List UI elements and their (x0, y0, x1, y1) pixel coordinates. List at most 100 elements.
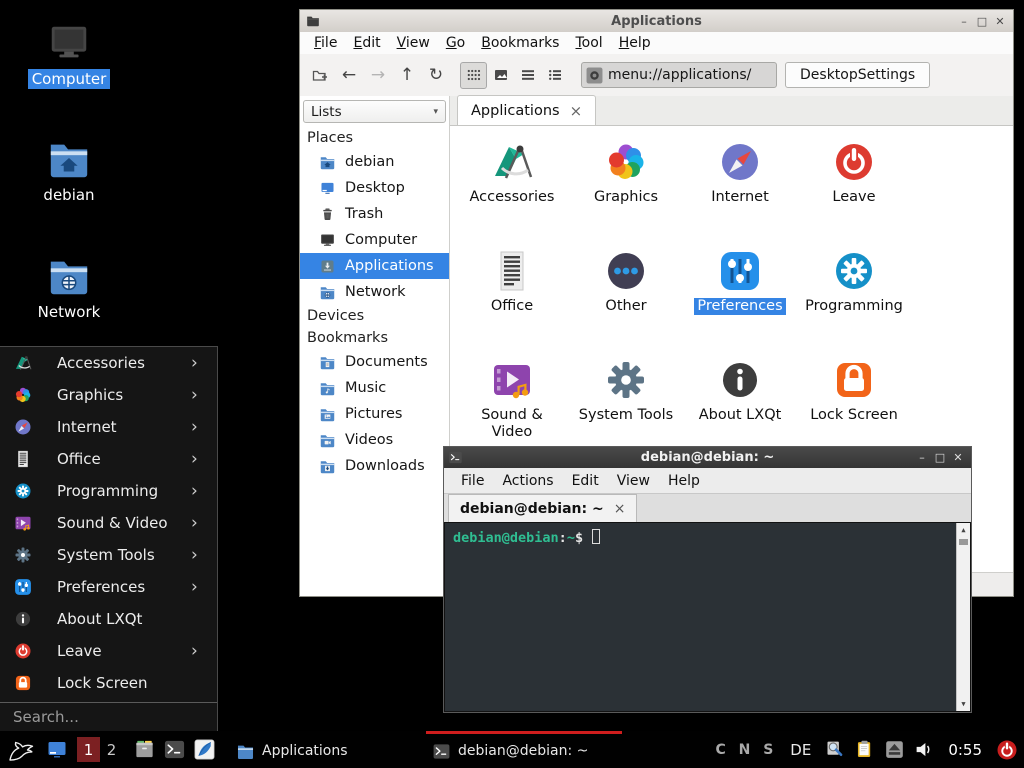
scrollbar-thumb[interactable] (959, 539, 968, 545)
terminal-scrollbar[interactable]: ▲ ▼ (956, 523, 970, 711)
keyboard-layout[interactable]: DE (790, 741, 811, 759)
menu-item-label: Internet (57, 418, 191, 436)
app-office[interactable]: Office (455, 247, 569, 356)
menu-go[interactable]: Go (438, 35, 473, 51)
menu-item-office[interactable]: Office › (0, 443, 217, 475)
menu-item-graphics[interactable]: Graphics › (0, 379, 217, 411)
menu-help[interactable]: Help (611, 35, 659, 51)
workspace-2-button[interactable]: 2 (100, 737, 123, 762)
menu-item-internet[interactable]: Internet › (0, 411, 217, 443)
menu-view[interactable]: View (389, 35, 438, 51)
thumbnail-view-button[interactable] (487, 62, 514, 89)
menu-file[interactable]: File (306, 35, 345, 51)
sidebar-item-music[interactable]: Music (300, 375, 449, 401)
icon-view-button[interactable] (460, 62, 487, 89)
menu-item-preferences[interactable]: Preferences › (0, 571, 217, 603)
minimize-button[interactable]: – (913, 451, 931, 464)
fm-toolbar: ← → ↑ ↻ DesktopSettings (300, 54, 1013, 96)
desktop-icon-computer[interactable]: Computer (19, 20, 119, 89)
back-button[interactable]: ← (336, 62, 362, 88)
minimize-button[interactable]: – (955, 15, 973, 28)
tab-close-icon[interactable]: × (614, 501, 626, 517)
menu-item-lock-screen[interactable]: Lock Screen (0, 667, 217, 699)
power-icon (995, 738, 1019, 762)
app-preferences[interactable]: Preferences (683, 247, 797, 356)
sidebar-item-debian[interactable]: debian (300, 149, 449, 175)
terminal-tab[interactable]: debian@debian: ~ × (448, 494, 637, 522)
volume-tray-icon[interactable] (914, 739, 935, 760)
sidebar-item-pictures[interactable]: Pictures (300, 401, 449, 427)
sidebar-mode-combobox[interactable]: Lists ▾ (303, 100, 446, 123)
start-menu-button[interactable] (5, 735, 35, 765)
menu-item-about-lxqt[interactable]: About LXQt (0, 603, 217, 635)
desktop-icon-network[interactable]: Network (19, 253, 119, 322)
detailed-list-view-button[interactable] (514, 62, 541, 89)
terminal-titlebar[interactable]: debian@debian: ~ – □ ✕ (444, 447, 971, 468)
menu-item-accessories[interactable]: Accessories › (0, 347, 217, 379)
workspace-1-button[interactable]: 1 (77, 737, 100, 762)
app-label: Graphics (591, 189, 661, 206)
forward-button[interactable]: → (365, 62, 391, 88)
reload-button[interactable]: ↻ (423, 62, 449, 88)
power-button[interactable] (995, 738, 1019, 762)
menu-file[interactable]: File (452, 473, 493, 489)
home-folder-icon (46, 136, 92, 182)
clipboard-tray-icon[interactable] (854, 739, 875, 760)
sidebar-item-label: Trash (345, 206, 383, 222)
maximize-button[interactable]: □ (973, 15, 991, 28)
desktop-settings-button[interactable]: DesktopSettings (785, 62, 930, 88)
featherpad-launcher[interactable] (193, 738, 216, 761)
sidebar-item-network[interactable]: Network (300, 279, 449, 305)
app-leave[interactable]: Leave (797, 138, 911, 247)
removable-media-tray-icon[interactable] (884, 739, 905, 760)
fm-titlebar[interactable]: Applications – □ ✕ (300, 10, 1013, 32)
sidebar-item-trash[interactable]: Trash (300, 201, 449, 227)
terminal-launcher[interactable] (163, 738, 186, 761)
menu-item-sound-video[interactable]: Sound & Video › (0, 507, 217, 539)
sidebar-item-documents[interactable]: Documents (300, 349, 449, 375)
screenshot-tray-icon[interactable] (824, 739, 845, 760)
close-button[interactable]: ✕ (991, 15, 1009, 28)
submenu-arrow-icon: › (191, 513, 217, 533)
new-tab-button[interactable] (307, 62, 333, 88)
app-label: Lock Screen (807, 407, 901, 424)
sidebar-item-computer[interactable]: Computer (300, 227, 449, 253)
sidebar-item-downloads[interactable]: Downloads (300, 453, 449, 479)
app-accessories[interactable]: Accessories (455, 138, 569, 247)
sidebar-item-applications[interactable]: Applications (300, 253, 449, 279)
up-button[interactable]: ↑ (394, 62, 420, 88)
desktop-icon-debian[interactable]: debian (19, 136, 119, 205)
app-graphics[interactable]: Graphics (569, 138, 683, 247)
menu-view[interactable]: View (608, 473, 659, 489)
app-programming[interactable]: Programming (797, 247, 911, 356)
show-desktop-button[interactable] (45, 738, 69, 762)
task-terminal[interactable]: debian@debian: ~ (426, 731, 622, 768)
menu-bookmarks[interactable]: Bookmarks (473, 35, 567, 51)
menu-item-system-tools[interactable]: System Tools › (0, 539, 217, 571)
close-button[interactable]: ✕ (949, 451, 967, 464)
compact-view-button[interactable] (541, 62, 568, 89)
keyboard-indicator[interactable]: C N S (715, 742, 777, 758)
clock[interactable]: 0:55 (948, 741, 982, 759)
menu-item-programming[interactable]: Programming › (0, 475, 217, 507)
menu-tool[interactable]: Tool (567, 35, 610, 51)
menu-edit[interactable]: Edit (563, 473, 608, 489)
scroll-up-icon[interactable]: ▲ (961, 523, 965, 537)
app-internet[interactable]: Internet (683, 138, 797, 247)
menu-edit[interactable]: Edit (345, 35, 388, 51)
menu-search-input[interactable] (0, 708, 217, 726)
path-input[interactable] (608, 67, 772, 83)
terminal-output[interactable]: debian@debian:~$ ▲ ▼ (444, 522, 971, 712)
maximize-button[interactable]: □ (931, 451, 949, 464)
sidebar-item-videos[interactable]: Videos (300, 427, 449, 453)
tab-applications[interactable]: Applications × (457, 95, 596, 125)
scroll-down-icon[interactable]: ▼ (961, 697, 965, 711)
menu-help[interactable]: Help (659, 473, 709, 489)
app-other[interactable]: Other (569, 247, 683, 356)
task-applications[interactable]: Applications (230, 731, 426, 768)
tab-close-icon[interactable]: × (570, 102, 583, 120)
sidebar-item-desktop[interactable]: Desktop (300, 175, 449, 201)
file-manager-launcher[interactable] (133, 738, 156, 761)
menu-item-leave[interactable]: Leave › (0, 635, 217, 667)
menu-actions[interactable]: Actions (493, 473, 562, 489)
